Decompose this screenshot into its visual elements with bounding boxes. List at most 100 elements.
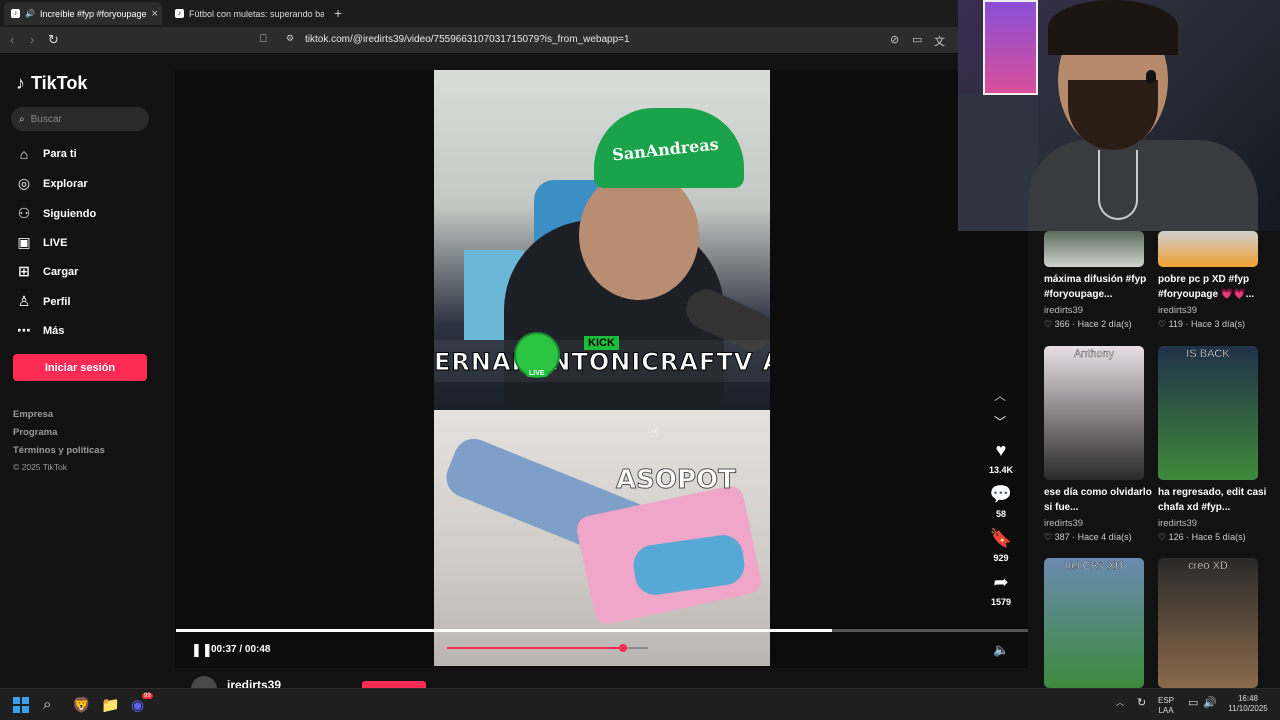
video-time: 00:37 / 00:48 (211, 644, 271, 655)
search-input[interactable]: ⌕ Buscar (11, 107, 149, 131)
clock-date: 11/10/2025 (1228, 704, 1268, 713)
brave-browser-icon[interactable]: 🦁 (72, 696, 91, 714)
video-progress-fill (176, 629, 833, 632)
video-upper-scene: SanAndreas ERNAI ANTONICRAFTV A SO LIVE … (434, 70, 770, 410)
reload-icon[interactable]: ↻ (48, 32, 59, 48)
related-video-author[interactable]: iredirts39 (1044, 305, 1083, 316)
related-video-author[interactable]: iredirts39 (1158, 305, 1197, 316)
sidebar-item-siguiendo[interactable]: ⚇ Siguiendo (16, 205, 96, 222)
share-button[interactable]: ➦ 1579 (985, 572, 1017, 607)
sync-icon[interactable]: ↻ (1137, 698, 1146, 709)
tiktok-favicon-icon: ♪ (175, 9, 184, 18)
thumbnail-caption: del CR7 XD (1064, 560, 1124, 572)
related-video-author[interactable]: iredirts39 (1158, 518, 1197, 529)
stream-banner-text: ERNAI ANTONICRAFTV A SO (434, 348, 770, 377)
forward-icon[interactable]: › (30, 32, 34, 47)
copyright-text: © 2025 TikTok (13, 462, 67, 472)
sidebar-item-explorar[interactable]: ◎ Explorar (16, 175, 88, 192)
clock[interactable]: 16:48 11/10/2025 (1224, 694, 1272, 714)
like-button[interactable]: ♥ 13.4K (985, 440, 1017, 475)
bookmark-icon: 🔖 (989, 528, 1013, 548)
like-count: 13.4K (988, 465, 1014, 475)
speaker-icon[interactable]: 🔊 (1203, 698, 1217, 709)
avatar[interactable] (191, 676, 217, 688)
separator: · (1069, 532, 1078, 542)
brand-name: TikTok (31, 73, 88, 93)
search-icon[interactable]: ⌕ (43, 696, 51, 713)
related-video-title[interactable]: pobre pc p XD #fyp #foryoupage 💗💗... (1158, 272, 1270, 302)
related-video-thumbnail[interactable] (1044, 231, 1144, 267)
related-video-author[interactable]: iredirts39 (1044, 518, 1083, 529)
pause-icon[interactable]: ❚❚ (191, 642, 213, 658)
lang-bottom: LAA (1158, 706, 1174, 715)
bookmark-icon[interactable]: ⎕ (260, 33, 267, 46)
translate-icon[interactable]: 文 (934, 33, 945, 49)
discord-icon[interactable]: ◉ (131, 696, 144, 714)
windows-start-icon[interactable] (13, 697, 29, 713)
related-video-likes: 119 (1168, 319, 1183, 329)
wall-poster (983, 0, 1038, 95)
footer-link-terminos[interactable]: Términos y políticas (13, 445, 105, 456)
close-tab-icon[interactable]: × (152, 8, 158, 20)
back-icon[interactable]: ‹ (10, 32, 14, 47)
related-video-thumbnail[interactable]: del CR7 XD (1044, 558, 1144, 688)
cast-icon[interactable]: ▭ (912, 33, 922, 46)
related-video-thumbnail[interactable]: IS BACK (1158, 346, 1258, 480)
video-frame[interactable]: SanAndreas ERNAI ANTONICRAFTV A SO LIVE … (434, 70, 770, 666)
tiktok-logo[interactable]: ♪ TikTok (16, 73, 87, 94)
footer-link-empresa[interactable]: Empresa (13, 409, 53, 420)
chevron-up-icon[interactable]: ︿ (994, 387, 1006, 404)
related-video-thumbnail[interactable] (1158, 231, 1258, 267)
sidebar-item-label: Cargar (43, 265, 79, 278)
no-tracking-icon[interactable]: ⊘ (890, 33, 899, 46)
tab-inactive[interactable]: ♪ Fútbol con muletas: superando barre (168, 2, 324, 25)
file-explorer-icon[interactable]: 📁 (101, 696, 120, 714)
sidebar-item-mas[interactable]: ⋯ Más (16, 322, 64, 339)
related-video-thumbnail[interactable]: creo XD (1158, 558, 1258, 688)
sidebar-item-para-ti[interactable]: ⌂ Para ti (16, 146, 77, 162)
related-video-meta: ♡ 119 · Hace 3 día(s) (1158, 319, 1245, 330)
tab-title: Fútbol con muletas: superando barre (189, 8, 324, 19)
follow-button[interactable] (362, 681, 426, 688)
save-count: 929 (993, 553, 1009, 563)
thumbnail-caption: Anthony (1073, 348, 1115, 360)
volume-icon[interactable]: 🔈 (993, 642, 1009, 658)
url-input[interactable]: tiktok.com/@iredirts39/video/75596631070… (305, 34, 630, 45)
related-video-likes: 387 (1054, 532, 1070, 542)
sidebar-item-cargar[interactable]: ⊞ Cargar (16, 263, 78, 280)
related-video-thumbnail[interactable]: Anthony (1044, 346, 1144, 480)
sidebar-item-live[interactable]: ▣ LIVE (16, 234, 67, 251)
streamer-body (1028, 140, 1258, 231)
chevron-down-icon[interactable]: ﹀ (994, 413, 1006, 430)
related-video-title[interactable]: ha regresado, edit casi chafa xd #fyp... (1158, 485, 1270, 515)
clock-time: 16:48 (1237, 694, 1259, 703)
author-name[interactable]: iredirts39 (227, 678, 281, 688)
separator: · (1069, 319, 1078, 329)
login-button[interactable]: Iniciar sesión (13, 354, 147, 381)
necklace (1098, 150, 1138, 220)
streamer-webcam (958, 0, 1280, 231)
site-settings-icon[interactable]: ⚙ (286, 33, 294, 44)
related-video-title[interactable]: ese día como olvidarlo si fue... (1044, 485, 1156, 515)
language-indicator[interactable]: ESP LAA (1158, 696, 1174, 716)
browser-tabbar: ♪ 🔊 Increíble #fyp #foryoupage × ♪ Fútbo… (0, 0, 958, 27)
related-video-age: Hace 4 día(s) (1077, 532, 1132, 542)
footer-link-programa[interactable]: Programa (13, 427, 57, 438)
new-tab-button[interactable]: + (334, 5, 342, 21)
sidebar-item-perfil[interactable]: ♙ Perfil (16, 293, 71, 310)
related-video-meta: ♡ 126 · Hace 5 día(s) (1158, 532, 1246, 543)
search-placeholder: Buscar (30, 113, 62, 125)
save-button[interactable]: 🔖 929 (985, 528, 1017, 563)
tab-active[interactable]: ♪ 🔊 Increíble #fyp #foryoupage × (4, 2, 162, 25)
share-icon: ➦ (993, 572, 1009, 592)
sidebar: ♪ TikTok ⌕ Buscar ⌂ Para ti ◎ Explorar ⚇… (0, 53, 175, 688)
comment-button[interactable]: 💬 58 (985, 484, 1017, 519)
chevron-up-icon[interactable]: ︿ (1116, 698, 1124, 708)
monitor-icon[interactable]: ▭ (1188, 698, 1198, 709)
author-bar: iredirts39 (175, 668, 1028, 688)
tiktok-favicon-icon: ♪ (11, 9, 20, 18)
earpiece (1146, 70, 1156, 84)
streamer-face (579, 170, 699, 300)
kick-logo: KICK (584, 336, 619, 350)
related-video-title[interactable]: máxima difusión #fyp #foryoupage... (1044, 272, 1156, 302)
